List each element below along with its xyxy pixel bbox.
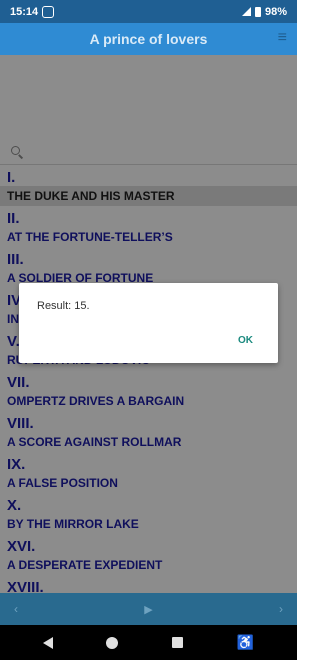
chapter-list[interactable]: I. THE DUKE AND HIS MASTER II. AT THE FO… <box>0 165 297 593</box>
battery-icon <box>254 6 261 17</box>
chapter-item[interactable]: X. BY THE MIRROR LAKE <box>0 493 297 534</box>
battery-level: 98% <box>264 5 287 18</box>
status-bar: 15:14 98% <box>0 0 297 23</box>
next-icon[interactable]: › <box>279 602 283 616</box>
play-icon[interactable]: ▶ <box>144 603 152 616</box>
chapter-title[interactable]: A DESPERATE EXPEDIENT <box>0 555 297 575</box>
chapter-number: VIII. <box>7 415 34 432</box>
banner-area <box>0 55 297 137</box>
chapter-number: III. <box>7 251 24 268</box>
app-title: A prince of lovers <box>89 31 208 47</box>
chapter-item[interactable]: VII. OMPERTZ DRIVES A BARGAIN <box>0 370 297 411</box>
app-bar: A prince of lovers ≡ <box>0 23 297 55</box>
chapter-number: II. <box>7 210 20 227</box>
bottom-nav: ‹ ▶ › <box>0 593 297 625</box>
search-bar[interactable] <box>0 137 297 165</box>
prev-icon[interactable]: ‹ <box>14 602 18 616</box>
chapter-title[interactable]: AT THE FORTUNE-TELLER’S <box>0 227 297 247</box>
search-icon <box>11 146 20 155</box>
chapter-title[interactable]: BY THE MIRROR LAKE <box>0 514 297 534</box>
menu-icon[interactable]: ≡ <box>278 29 287 47</box>
signal-icon <box>241 7 251 16</box>
back-icon[interactable] <box>42 636 53 649</box>
chapter-number: VII. <box>7 374 30 391</box>
chapter-title[interactable]: THE DUKE AND HIS MASTER <box>0 186 297 206</box>
chapter-title[interactable]: A SCORE AGAINST ROLLMAR <box>0 432 297 452</box>
chapter-number: XVI. <box>7 538 36 555</box>
chapter-number: IX. <box>7 456 26 473</box>
status-time: 15:14 <box>10 5 39 18</box>
chapter-item[interactable]: III. A SOLDIER OF FORTUNE <box>0 247 297 288</box>
status-right: 98% <box>241 5 287 18</box>
result-dialog: Result: 15. OK <box>19 283 278 363</box>
home-icon[interactable] <box>106 636 119 649</box>
chapter-number: XVIII. <box>7 579 44 593</box>
chapter-item[interactable]: II. AT THE FORTUNE-TELLER’S <box>0 206 297 247</box>
dialog-message: Result: 15. <box>37 300 90 312</box>
chapter-item[interactable]: XVI. A DESPERATE EXPEDIENT <box>0 534 297 575</box>
notification-icon <box>42 5 55 18</box>
system-nav-bar: ♿ <box>0 625 297 660</box>
chapter-title[interactable]: OMPERTZ DRIVES A BARGAIN <box>0 391 297 411</box>
chapter-item[interactable]: I. THE DUKE AND HIS MASTER <box>0 165 297 206</box>
chapter-title[interactable]: A FALSE POSITION <box>0 473 297 493</box>
chapter-item[interactable]: XVIII. <box>0 575 297 593</box>
chapter-item[interactable]: VIII. A SCORE AGAINST ROLLMAR <box>0 411 297 452</box>
chapter-item[interactable]: IX. A FALSE POSITION <box>0 452 297 493</box>
chapter-number: I. <box>7 169 16 186</box>
recents-icon[interactable] <box>172 637 184 648</box>
accessibility-icon[interactable]: ♿ <box>237 634 254 651</box>
chapter-number: X. <box>7 497 22 514</box>
ok-button[interactable]: OK <box>238 335 253 346</box>
